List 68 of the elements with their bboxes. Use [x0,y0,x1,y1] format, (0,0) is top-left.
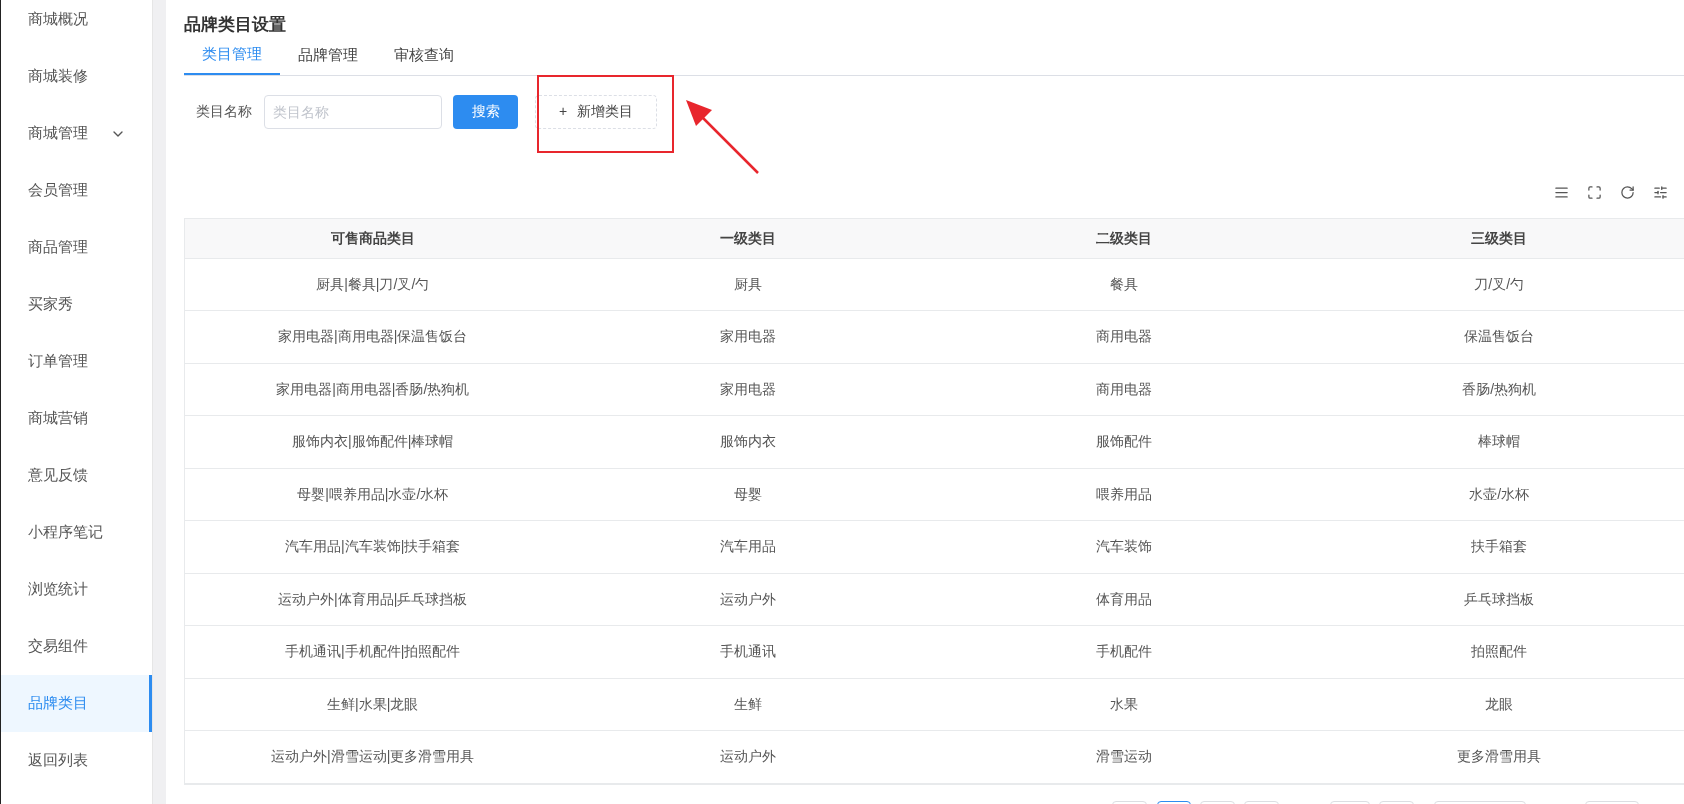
table-cell-text: 生鲜|水果|龙眼 [327,694,419,714]
sidebar-item[interactable]: 会员管理 [1,162,152,219]
table-cell-text: 汽车用品|汽车装饰|扶手箱套 [285,537,461,557]
sidebar-item[interactable]: 返回列表 [1,732,152,789]
table-cell-text: 水果 [1109,694,1138,714]
sidebar-item[interactable]: 意见反馈 [1,447,152,504]
table-cell-text: 刀/叉/勺 [1474,274,1525,294]
table-cell-text: 餐具 [1109,274,1138,294]
field-label: 类目名称 [196,102,252,121]
table-cell-text: 体育用品 [1095,589,1152,609]
table-cell-text: 母婴|喂养用品|水壶/水杯 [297,484,449,504]
table-cell-text: 保温售饭台 [1464,327,1535,347]
table-cell-text: 汽车装饰 [1095,537,1152,557]
column-header: 可售商品类目 [330,228,415,248]
table-cell-text: 香肠/热狗机 [1462,379,1537,399]
add-category-button[interactable]: + 新增类目 [535,94,657,129]
table-cell-text: 家用电器|商用电器|香肠/热狗机 [276,379,470,399]
tab[interactable]: 类目管理 [184,36,280,75]
table-cell-text: 水壶/水杯 [1469,484,1530,504]
sidebar-item[interactable]: 商品管理 [1,219,152,276]
refresh-icon[interactable] [1620,184,1635,200]
sidebar-item[interactable]: 商城概况 [1,0,152,48]
table-cell-text: 手机配件 [1095,642,1152,662]
category-name-field[interactable]: 类目名称 [264,94,442,129]
page-title: 品牌类目设置 [184,14,286,36]
table-cell-text: 厨具|餐具|刀/叉/勺 [316,274,430,294]
table-cell-text: 更多滑雪用具 [1457,747,1542,767]
settings-icon[interactable] [1653,184,1668,200]
table-cell-text: 服饰内衣|服饰配件|棒球帽 [292,432,454,452]
table-cell-text: 厨具 [734,274,763,294]
table-cell-text: 家用电器 [720,379,777,399]
table-cell-text: 棒球帽 [1478,432,1521,452]
tab[interactable]: 品牌管理 [280,36,376,75]
sidebar-item[interactable]: 小程序笔记 [1,504,152,561]
table-cell-text: 手机通讯|手机配件|拍照配件 [285,642,461,662]
sidebar-item[interactable]: 商城营销 [1,390,152,447]
table-cell-text: 商用电器 [1095,327,1152,347]
table-cell-text: 母婴 [734,484,763,504]
table-cell-text: 运动户外 [720,747,777,767]
table-cell-text: 生鲜 [734,694,763,714]
sidebar-item[interactable]: 商城管理 [1,105,152,162]
table-cell-text: 家用电器 [720,327,777,347]
table-cell-text: 龙眼 [1485,694,1514,714]
sidebar-item[interactable]: 商城装修 [1,48,152,105]
sidebar-item[interactable]: 交易组件 [1,618,152,675]
density-icon[interactable] [1554,184,1569,200]
column-header: 二级类目 [1095,228,1152,248]
table-cell-text: 扶手箱套 [1471,537,1528,557]
table-cell-text: 服饰内衣 [720,432,777,452]
table-cell-text: 乒乓球挡板 [1464,589,1535,609]
table-cell-text: 手机通讯 [720,642,777,662]
table-cell-text: 商用电器 [1095,379,1152,399]
sidebar-item[interactable]: 浏览统计 [1,561,152,618]
table-cell-text: 拍照配件 [1471,642,1528,662]
tab[interactable]: 审核查询 [376,36,472,75]
table-cell-text: 运动户外 [720,589,777,609]
sidebar-item[interactable]: 订单管理 [1,333,152,390]
table-cell-text: 滑雪运动 [1095,747,1152,767]
table-cell-text: 运动户外|滑雪运动|更多滑雪用具 [271,747,475,767]
table-cell-text: 服饰配件 [1095,432,1152,452]
column-header: 三级类目 [1471,228,1528,248]
column-header: 一级类目 [720,228,777,248]
sidebar-item[interactable]: 买家秀 [1,276,152,333]
table-cell-text: 喂养用品 [1095,484,1152,504]
table-cell-text: 汽车用品 [720,537,777,557]
table-cell-text: 家用电器|商用电器|保温售饭台 [278,327,468,347]
fullscreen-icon[interactable] [1587,184,1602,200]
table-cell-text: 运动户外|体育用品|乒乓球挡板 [278,589,468,609]
